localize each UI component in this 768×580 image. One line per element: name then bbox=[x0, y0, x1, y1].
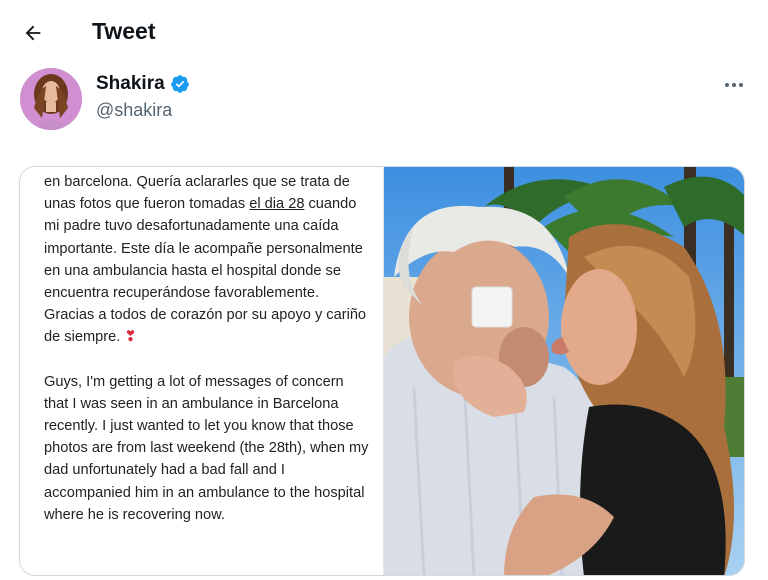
arrow-left-icon bbox=[25, 25, 41, 41]
english-paragraph: Guys, I'm getting a lot of messages of c… bbox=[44, 373, 369, 523]
tweet-header: Tweet bbox=[0, 0, 768, 64]
spanish-paragraph: en barcelona. Quería aclararles que se t… bbox=[44, 174, 367, 346]
avatar[interactable] bbox=[20, 68, 82, 130]
more-horizontal-icon bbox=[725, 83, 729, 87]
heart-exclamation-icon: ❣ bbox=[124, 329, 137, 346]
media-text-image: en barcelona. Quería aclararles que se t… bbox=[20, 167, 384, 575]
author-name-row[interactable]: Shakira bbox=[96, 73, 190, 95]
back-button[interactable] bbox=[20, 20, 46, 46]
tweet-media[interactable]: en barcelona. Quería aclararles que se t… bbox=[19, 166, 745, 576]
verified-badge-icon bbox=[170, 75, 189, 93]
media-photo[interactable] bbox=[384, 167, 744, 575]
author-handle[interactable]: @shakira bbox=[96, 100, 172, 121]
author-name[interactable]: Shakira bbox=[96, 73, 165, 95]
page-title: Tweet bbox=[92, 18, 156, 44]
more-options-button[interactable] bbox=[722, 75, 746, 95]
